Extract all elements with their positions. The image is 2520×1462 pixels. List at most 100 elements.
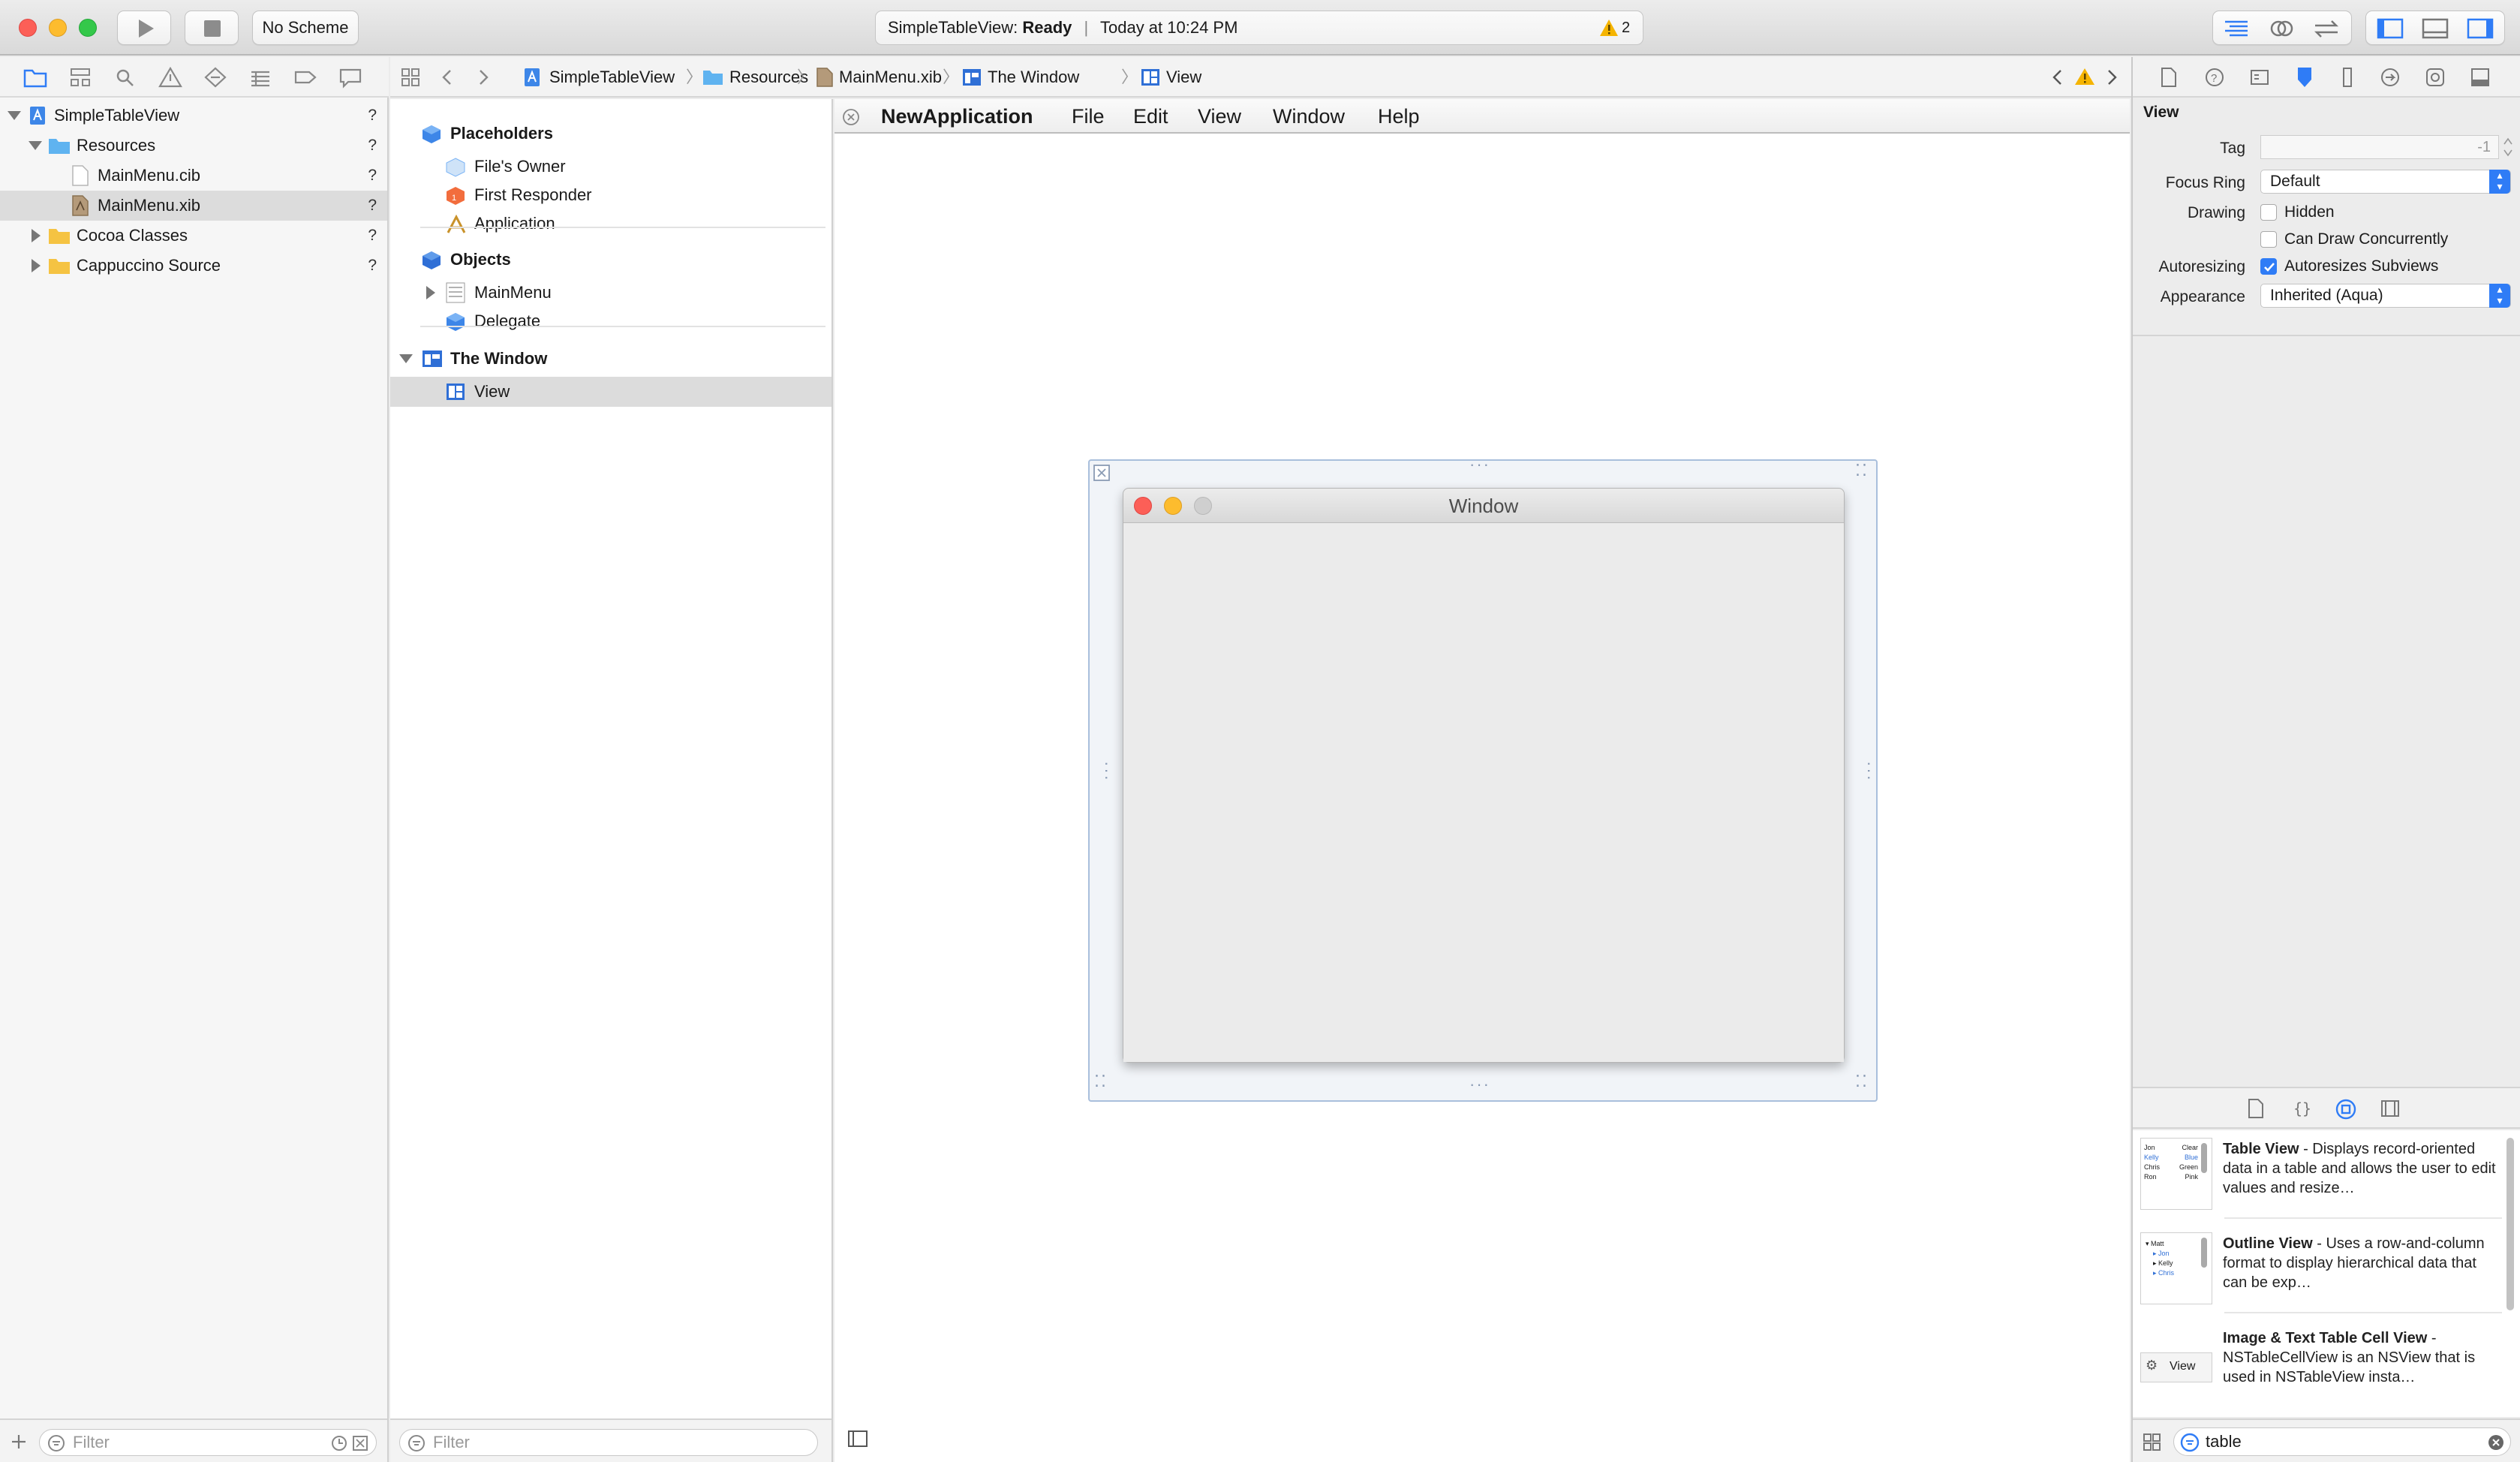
bindings-inspector-icon[interactable] <box>2425 68 2445 87</box>
toggle-outline-icon[interactable] <box>847 1429 869 1448</box>
attributes-inspector-icon[interactable] <box>2295 66 2314 89</box>
identity-inspector-icon[interactable] <box>2250 68 2269 87</box>
interface-builder-canvas[interactable]: NewApplication File Edit View Window Hel… <box>834 99 2130 1462</box>
tree-item-mainmenu-xib[interactable]: MainMenu.xib ? <box>0 191 387 221</box>
autoresizes-subviews-checkbox[interactable] <box>2260 258 2277 275</box>
breadcrumb-item-project[interactable]: SimpleTableView <box>549 57 675 98</box>
previous-issue-icon[interactable] <box>2049 68 2067 87</box>
window-object[interactable]: Window <box>1123 488 1845 1063</box>
stop-button[interactable] <box>185 11 239 45</box>
outline-item-delegate[interactable]: Delegate <box>390 306 831 336</box>
grid-view-icon[interactable] <box>2142 1432 2163 1451</box>
test-navigator-icon[interactable] <box>203 66 228 89</box>
library-search-input[interactable]: table <box>2173 1427 2511 1456</box>
symbol-navigator-icon[interactable] <box>68 66 93 89</box>
folder-icon[interactable] <box>23 66 48 89</box>
library-item-table-view[interactable]: Jon Clear Kelly Blue Chris Green Ron Pink Ta… <box>2140 1130 2500 1220</box>
focus-ring-popup[interactable]: Default ▴ ▾ <box>2260 170 2511 194</box>
file-inspector-icon[interactable] <box>2160 68 2178 87</box>
disclosure-triangle-icon[interactable] <box>8 111 21 120</box>
menu-file[interactable]: File <box>1072 99 1105 134</box>
tag-stepper[interactable] <box>2502 135 2514 159</box>
breakpoint-navigator-icon[interactable] <box>293 66 318 89</box>
object-library-list[interactable]: Jon Clear Kelly Blue Chris Green Ron Pink Ta… <box>2133 1130 2520 1417</box>
outline-item-files-owner[interactable]: File's Owner <box>390 152 831 182</box>
outline-item-application[interactable]: Application <box>390 209 831 239</box>
disclosure-triangle-icon[interactable] <box>29 141 42 150</box>
toggle-navigator-icon[interactable] <box>2374 16 2407 41</box>
close-scene-icon[interactable] <box>1093 464 1111 482</box>
report-navigator-icon[interactable] <box>338 66 363 89</box>
size-inspector-icon[interactable] <box>2340 68 2355 87</box>
resize-handle-bottom-left[interactable]: ⁚⁚ <box>1094 1072 1108 1091</box>
outline-item-mainmenu[interactable]: MainMenu <box>390 278 831 308</box>
version-editor-icon[interactable] <box>2308 14 2345 43</box>
back-chevron-icon[interactable] <box>438 68 456 87</box>
menu-edit[interactable]: Edit <box>1133 99 1168 134</box>
next-issue-icon[interactable] <box>2103 68 2121 87</box>
breadcrumb-item-window[interactable]: The Window <box>988 57 1079 98</box>
effects-inspector-icon[interactable] <box>2470 68 2490 87</box>
code-snippet-library-icon[interactable]: {} <box>2292 1099 2310 1118</box>
library-scrollbar[interactable] <box>2506 1138 2514 1310</box>
close-circle-icon[interactable] <box>842 108 860 126</box>
library-item-outline-view[interactable]: ▾ Matt ▸ Jon ▸ Kelly ▸ Chris Outline Vie… <box>2140 1225 2500 1315</box>
disclosure-triangle-icon[interactable] <box>32 259 41 272</box>
menu-app-name[interactable]: NewApplication <box>881 99 1033 134</box>
outline-item-first-responder[interactable]: 1 First Responder <box>390 180 831 210</box>
file-template-library-icon[interactable] <box>2247 1099 2265 1118</box>
resize-handle-left[interactable]: ··· <box>1097 761 1117 782</box>
standard-editor-icon[interactable] <box>2218 14 2255 43</box>
disclosure-triangle-icon[interactable] <box>32 229 41 242</box>
clear-search-icon[interactable] <box>2488 1434 2504 1451</box>
scheme-selector[interactable]: No Scheme <box>252 11 359 45</box>
outline-item-view[interactable]: View <box>390 377 831 407</box>
related-items-icon[interactable] <box>399 66 422 89</box>
media-library-icon[interactable] <box>2380 1099 2400 1118</box>
zoom-window-button[interactable] <box>79 19 97 37</box>
resize-handle-top[interactable]: ··· <box>1469 455 1490 474</box>
disclosure-triangle-icon[interactable] <box>399 354 413 363</box>
connections-inspector-icon[interactable] <box>2380 68 2400 87</box>
help-inspector-icon[interactable]: ? <box>2205 68 2224 87</box>
run-button[interactable] <box>117 11 171 45</box>
tree-item-cocoa-classes[interactable]: Cocoa Classes ? <box>0 221 387 251</box>
toggle-debug-area-icon[interactable] <box>2419 16 2452 41</box>
issue-navigator-icon[interactable] <box>158 66 183 89</box>
navigator-filter-input[interactable]: Filter <box>39 1429 377 1456</box>
minimize-window-button[interactable] <box>49 19 67 37</box>
outline-filter-input[interactable]: Filter <box>399 1429 818 1456</box>
draw-concurrently-checkbox[interactable] <box>2260 231 2277 248</box>
menu-view[interactable]: View <box>1198 99 1241 134</box>
library-item-cell-view[interactable]: ⚙ View Image & Text Table Cell View - NS… <box>2140 1319 2500 1409</box>
warning-indicator[interactable]: 2 <box>1599 17 1637 40</box>
source-control-filter-icon[interactable] <box>352 1435 368 1451</box>
debug-navigator-icon[interactable] <box>248 66 273 89</box>
warning-icon[interactable] <box>2074 67 2095 86</box>
menu-help[interactable]: Help <box>1378 99 1420 134</box>
resize-handle-top-right[interactable]: ⁚⁚ <box>1855 461 1869 480</box>
appearance-popup[interactable]: Inherited (Aqua) ▴ ▾ <box>2260 284 2511 308</box>
outline-section-the-window[interactable]: The Window <box>390 344 831 374</box>
menubar-object[interactable]: NewApplication File Edit View Window Hel… <box>834 99 2130 134</box>
toggle-utilities-icon[interactable] <box>2464 16 2497 41</box>
tree-item-cappuccino-source[interactable]: Cappuccino Source ? <box>0 251 387 281</box>
resize-handle-right[interactable]: ··· <box>1860 761 1879 782</box>
hidden-checkbox[interactable] <box>2260 204 2277 221</box>
outline-section-placeholders[interactable]: Placeholders <box>390 119 831 149</box>
resize-handle-bottom-right[interactable]: ⁚⁚ <box>1855 1072 1869 1091</box>
window-content-view[interactable] <box>1123 524 1844 1062</box>
tag-field[interactable]: -1 <box>2260 135 2499 159</box>
object-library-icon[interactable] <box>2335 1099 2356 1120</box>
close-window-button[interactable] <box>19 19 37 37</box>
outline-section-objects[interactable]: Objects <box>390 245 831 275</box>
tree-item-resources[interactable]: Resources ? <box>0 131 387 161</box>
forward-chevron-icon[interactable] <box>474 68 492 87</box>
search-icon[interactable] <box>113 66 138 89</box>
recent-files-icon[interactable] <box>331 1435 347 1451</box>
resize-handle-bottom[interactable]: ··· <box>1469 1075 1490 1094</box>
menu-window[interactable]: Window <box>1273 99 1345 134</box>
assistant-editor-icon[interactable] <box>2263 14 2300 43</box>
disclosure-triangle-icon[interactable] <box>426 286 435 299</box>
add-icon[interactable] <box>9 1432 29 1451</box>
